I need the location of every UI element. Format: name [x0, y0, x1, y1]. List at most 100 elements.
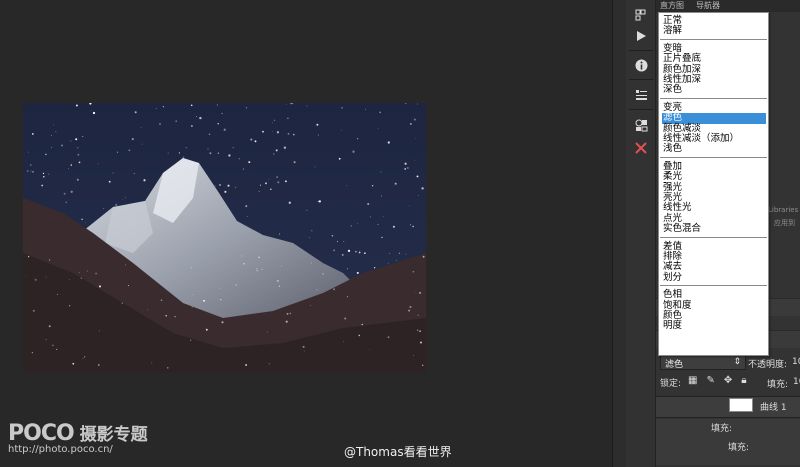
star [191, 306, 193, 308]
blend-mode-option[interactable]: 明度 [662, 320, 766, 331]
star [388, 253, 390, 255]
star [97, 364, 100, 366]
star [266, 331, 268, 333]
star [398, 252, 401, 254]
layer-mask-thumbnail[interactable] [729, 398, 753, 412]
star [387, 141, 390, 144]
star [310, 262, 312, 264]
star [68, 305, 71, 307]
star [273, 119, 276, 121]
star [31, 132, 34, 135]
star [45, 339, 47, 341]
star [364, 252, 366, 255]
blend-mode-option[interactable]: 实色混合 [662, 223, 766, 234]
lock-move-icon[interactable]: ✥ [724, 375, 732, 386]
star [159, 123, 161, 125]
poco-logo: POCO [8, 421, 75, 446]
star [262, 130, 264, 133]
star [346, 185, 347, 186]
star [43, 176, 45, 178]
star [185, 146, 187, 149]
star [190, 339, 192, 341]
star [78, 272, 80, 273]
star [258, 256, 260, 259]
star [261, 268, 263, 270]
star [314, 166, 316, 168]
tab-histogram[interactable]: 直方图 [660, 0, 684, 11]
play-icon[interactable] [631, 26, 651, 46]
star [256, 270, 258, 272]
star [318, 200, 321, 203]
star [285, 320, 288, 323]
document-canvas[interactable]: POCO 摄影专题 http://photo.poco.cn/ @Thomas看看… [0, 0, 612, 467]
properties-icon[interactable] [631, 85, 651, 105]
star [292, 103, 294, 105]
star [133, 172, 135, 175]
adjustments-icon[interactable] [631, 115, 651, 135]
star [373, 267, 376, 269]
star [341, 129, 343, 131]
star [365, 108, 366, 110]
star [248, 161, 251, 164]
star [41, 184, 44, 187]
star [235, 284, 237, 286]
star [207, 148, 209, 150]
star [316, 289, 318, 291]
panel-splitter[interactable] [612, 0, 626, 467]
star [409, 205, 411, 207]
star [414, 159, 416, 161]
blend-mode-option[interactable]: 浅色 [662, 143, 766, 154]
blend-mode-option[interactable]: 划分 [662, 272, 766, 283]
star [286, 104, 288, 105]
lock-all-icon[interactable]: 🔒︎ [741, 375, 746, 386]
star [78, 161, 81, 164]
star [254, 140, 257, 143]
star [209, 152, 212, 155]
star [156, 275, 158, 277]
watermark-title: 摄影专题 [79, 425, 148, 445]
star [358, 251, 361, 254]
layer-name[interactable]: 曲线 1 [760, 400, 787, 413]
star [147, 309, 149, 311]
star [199, 116, 202, 120]
blend-mode-select[interactable]: 滤色 ⇕ [660, 355, 746, 370]
lock-transparent-icon[interactable]: ▦ [688, 375, 697, 386]
star [387, 262, 389, 264]
star [289, 312, 292, 315]
star [182, 156, 185, 159]
opacity-input[interactable]: 10 [792, 357, 800, 367]
star [95, 272, 98, 275]
star [63, 192, 66, 195]
star [341, 107, 343, 109]
star [412, 225, 414, 228]
star [232, 147, 234, 149]
star [284, 180, 287, 183]
blend-mode-option[interactable]: 深色 [662, 84, 766, 95]
info-icon[interactable] [631, 55, 651, 75]
tab-navigator[interactable]: 导航器 [696, 0, 720, 11]
star [56, 348, 58, 350]
star [394, 182, 397, 185]
star [303, 350, 305, 352]
star [276, 279, 279, 282]
star [108, 180, 111, 183]
star [343, 241, 345, 242]
star [98, 285, 102, 288]
star [205, 328, 208, 331]
star [421, 187, 424, 190]
tools-close-icon[interactable] [631, 138, 651, 158]
blend-mode-option[interactable]: 溶解 [662, 25, 766, 36]
strip-divider [629, 109, 653, 110]
star [224, 190, 227, 193]
star [65, 201, 67, 203]
star [419, 330, 421, 332]
history-icon[interactable] [631, 5, 651, 25]
star [414, 292, 416, 293]
star [415, 138, 417, 139]
star [34, 278, 37, 281]
star [195, 116, 197, 117]
lock-paint-icon[interactable]: ✎ [706, 375, 714, 386]
star [417, 314, 419, 316]
fill-input[interactable]: 10 [793, 377, 800, 387]
star [405, 253, 407, 255]
